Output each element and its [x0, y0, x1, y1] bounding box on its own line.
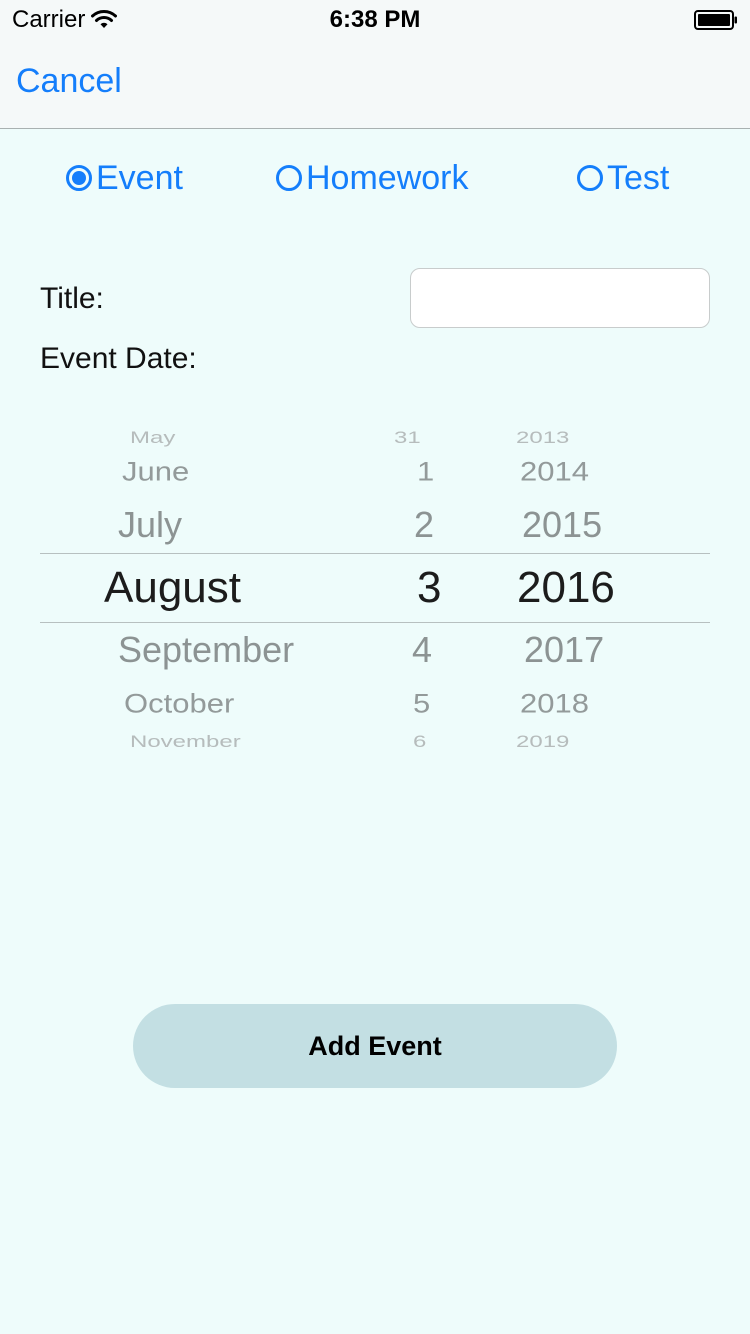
picker-month-item: November	[130, 732, 241, 752]
picker-year-column[interactable]: 2013 2014 2015 2016 2017 2018 2019	[510, 412, 680, 762]
radio-option-event[interactable]: Event	[66, 156, 183, 200]
picker-day-item: 2	[414, 504, 435, 545]
picker-month-item: October	[124, 688, 235, 719]
status-time: 6:38 PM	[329, 6, 421, 33]
picker-month-column[interactable]: May June July August September October N…	[104, 412, 404, 762]
picker-month-item: July	[118, 504, 183, 545]
picker-month-item: September	[118, 629, 295, 670]
picker-day-selected: 3	[417, 563, 442, 612]
radio-option-label: Test	[607, 158, 670, 197]
radio-option-label: Event	[96, 158, 183, 197]
radio-unselected-icon	[276, 165, 302, 191]
battery-icon	[694, 10, 737, 30]
picker-month-item: June	[122, 456, 190, 487]
picker-year-selected: 2016	[517, 563, 615, 612]
title-label: Title:	[40, 282, 104, 315]
picker-year-item: 2019	[516, 732, 570, 752]
radio-selected-icon	[66, 165, 92, 191]
add-event-button[interactable]: Add Event	[133, 1004, 617, 1088]
navigation-bar: Cancel	[0, 40, 750, 129]
status-bar: Carrier 6:38 PM	[0, 0, 750, 40]
picker-day-column[interactable]: 31 1 2 3 4 5 6	[390, 412, 470, 762]
picker-year-item: 2018	[520, 688, 589, 719]
radio-option-homework[interactable]: Homework	[276, 156, 468, 200]
picker-day-item: 5	[413, 688, 431, 719]
cancel-button[interactable]: Cancel	[16, 62, 122, 101]
picker-month-item: May	[130, 428, 176, 448]
picker-day-item: 1	[417, 456, 435, 487]
event-date-label: Event Date:	[40, 342, 197, 375]
picker-year-item: 2017	[524, 629, 605, 670]
picker-year-item: 2015	[522, 504, 603, 545]
picker-day-item: 31	[394, 428, 421, 448]
radio-option-label: Homework	[306, 158, 469, 197]
event-date-picker[interactable]: May June July August September October N…	[40, 412, 710, 762]
picker-day-item: 4	[412, 629, 433, 670]
radio-unselected-icon	[577, 165, 603, 191]
picker-month-selected: August	[104, 563, 241, 612]
picker-year-item: 2014	[520, 456, 589, 487]
picker-day-item: 6	[413, 732, 427, 752]
title-input[interactable]	[410, 268, 710, 328]
item-type-selector: Event Homework Test	[0, 156, 750, 200]
radio-option-test[interactable]: Test	[577, 156, 669, 200]
picker-year-item: 2013	[516, 428, 570, 448]
